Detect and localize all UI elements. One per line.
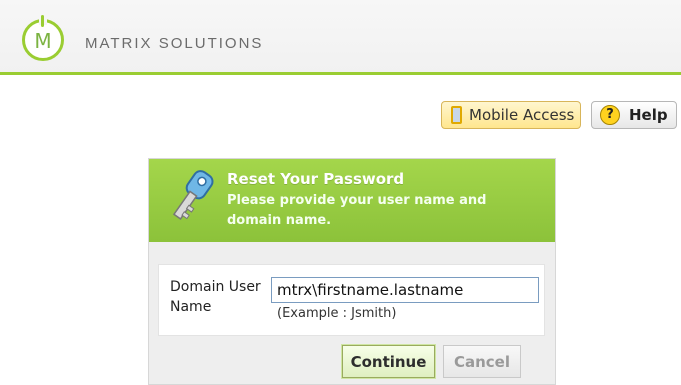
field-example-hint: (Example : Jsmith) (277, 306, 397, 321)
brand-name: MATRIX SOLUTIONS (85, 35, 264, 52)
domain-user-name-input[interactable] (271, 277, 539, 303)
help-button[interactable]: ? Help (591, 101, 677, 129)
key-icon (172, 170, 214, 220)
continue-button[interactable]: Continue (341, 344, 436, 379)
app-header: M MATRIX SOLUTIONS (0, 0, 681, 75)
mobile-access-button[interactable]: Mobile Access (441, 101, 581, 129)
question-mark-icon: ? (600, 105, 620, 125)
logo-letter: M (34, 29, 52, 53)
panel-header: Reset Your Password Please provide your … (149, 159, 555, 242)
help-label: Help (629, 106, 668, 124)
form-box: Domain User Name (Example : Jsmith) (158, 264, 545, 336)
reset-password-panel: Reset Your Password Please provide your … (148, 158, 556, 385)
brand-logo: M (22, 15, 64, 61)
mobile-access-label: Mobile Access (469, 106, 575, 124)
panel-title: Reset Your Password (227, 170, 405, 188)
cancel-button[interactable]: Cancel (443, 345, 521, 378)
panel-subtitle: Please provide your user name and domain… (227, 193, 487, 228)
mobile-phone-icon (451, 106, 462, 124)
domain-user-name-label: Domain User Name (170, 279, 261, 315)
